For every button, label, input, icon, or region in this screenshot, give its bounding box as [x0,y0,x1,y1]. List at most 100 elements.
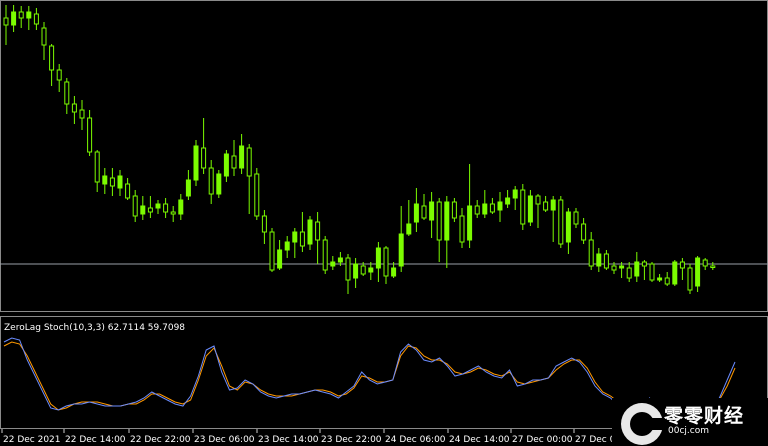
candle-body [695,257,701,287]
candle-body [170,211,176,215]
candle-body [497,201,503,211]
candle-body [451,201,457,219]
candle-body [573,211,579,225]
candle-body [619,265,625,269]
axis-label: 22 Dec 14:00 [65,435,126,445]
axis-label: 22 Dec 2021 [3,435,61,445]
candle-body [193,145,199,181]
candle-body [132,195,138,217]
candle-body [558,199,564,245]
candle-body [535,195,541,205]
chart-background [0,0,768,446]
candle-body [687,267,693,291]
candle [451,198,457,222]
candle-body [26,11,32,19]
candle-body [383,247,389,277]
candle-body [49,45,55,71]
candle-body [71,103,77,113]
candle-body [117,175,123,189]
candle-body [239,145,245,169]
candle-body [64,81,70,105]
candle-body [109,177,115,187]
candle-body [155,203,161,209]
watermark-text: 零零财经 [664,405,745,427]
candle-body [375,247,381,269]
candle-body [512,189,518,199]
candle-body [11,11,17,26]
axis-label: 27 Dec 00:00 [512,435,573,445]
candle-body [634,261,640,277]
axis-label: 23 Dec 14:00 [258,435,319,445]
candle-body [398,233,404,267]
axis-label: 24 Dec 14:00 [449,435,510,445]
candle-body [603,253,609,269]
candle-body [261,215,267,233]
candle-body [3,17,9,26]
candle-body [87,117,93,153]
candle-body [436,201,442,241]
candle-body [345,257,351,281]
candle [216,170,222,198]
candle-body [657,277,663,281]
candle-body [201,147,207,169]
axis-label: 24 Dec 06:00 [385,435,446,445]
candle-body [391,267,397,277]
candle [558,196,564,248]
candle-body [489,203,495,213]
candle-body [18,11,24,19]
candle-body [330,261,336,267]
candle-body [360,265,366,275]
candle-body [581,223,587,241]
price-chart[interactable]: 22 Dec 2021 22 Dec 14:00 22 Dec 22:00 23 De… [0,0,768,446]
candle-body [322,239,328,271]
axis-label: 23 Dec 06:00 [194,435,255,445]
axis-label: 23 Dec 22:00 [321,435,382,445]
candle [254,168,260,220]
candle-body [147,207,153,213]
candle-body [353,263,359,279]
candle-body [550,199,556,211]
indicator-label: ZeroLag Stoch(10,3,3) 62.7114 59.7098 [4,323,185,333]
candle-body [588,239,594,267]
candle-body [474,205,480,215]
candle-body [292,231,298,243]
candle-body [649,263,655,281]
candle-body [246,147,252,177]
candle-body [444,201,450,241]
candle-body [102,175,108,185]
candle-body [254,173,260,217]
candle-body [337,257,343,263]
candle-body [299,231,305,247]
candle-body [79,109,85,119]
candle [269,228,275,272]
candle-body [527,195,533,223]
candle-body [565,211,571,243]
candle-body [429,201,435,221]
candle-body [208,167,214,195]
candle-body [307,219,313,245]
candle-body [467,205,473,241]
candle-body [315,221,321,241]
candle-body [459,215,465,243]
candle-body [125,183,131,199]
watermark-url: 00cj.com [668,426,709,436]
candle-body [710,265,716,268]
candle [649,262,655,282]
candle-body [163,203,169,213]
candle-body [596,253,602,267]
candle [672,260,678,286]
candle-body [505,197,511,205]
candle-body [543,201,549,211]
candle-body [626,267,632,279]
candle-body [269,231,275,271]
candle-body [520,189,526,225]
candle-body [140,205,146,215]
candle-body [406,223,412,235]
candle-body [702,259,708,267]
candle-body [223,153,229,177]
candle [193,140,199,186]
candle [322,236,328,274]
candle-body [216,173,222,195]
candle-body [277,249,283,269]
candle-body [413,203,419,223]
